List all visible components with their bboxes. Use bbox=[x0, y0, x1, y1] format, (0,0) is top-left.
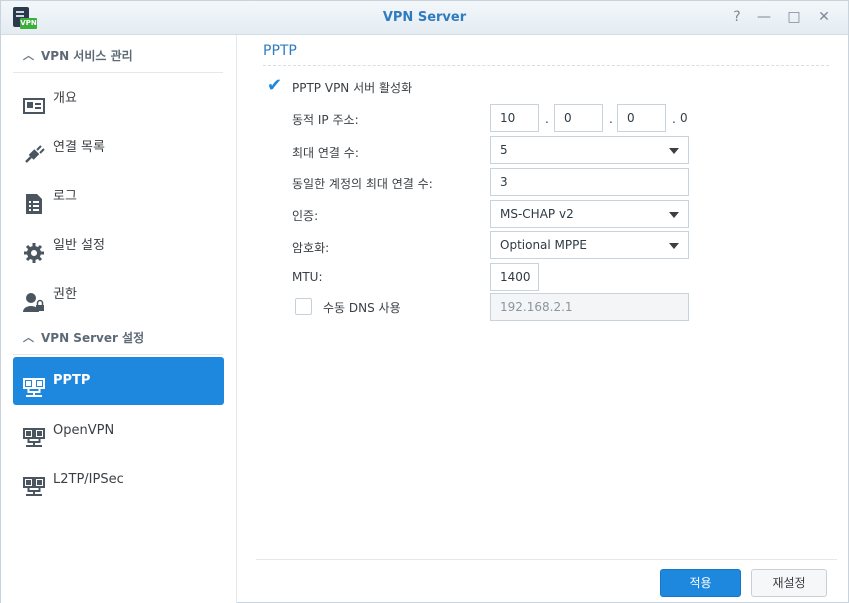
chevron-up-icon: ︿ bbox=[23, 331, 34, 344]
sidebar-item-l2tp-ipsec[interactable]: L2TP/IPSec bbox=[13, 456, 224, 504]
window-title: VPN Server bbox=[382, 10, 467, 25]
page-title: PPTP bbox=[263, 43, 297, 59]
ip-octet-2-input[interactable]: 0 bbox=[554, 104, 603, 132]
dropdown-arrow-icon bbox=[669, 212, 679, 218]
sidebar-item-connection-list[interactable]: 연결 목록 bbox=[13, 124, 224, 172]
user-lock-icon bbox=[23, 285, 45, 312]
dropdown-arrow-icon bbox=[669, 148, 679, 154]
apply-button[interactable]: 적용 bbox=[660, 569, 741, 597]
reset-button[interactable]: 재설정 bbox=[751, 569, 827, 597]
select-value: MS-CHAP v2 bbox=[500, 207, 574, 221]
sidebar: ︿ VPN 서비스 관리 개요 연결 목록 로그 일반 설정 권한 ︿ VPN … bbox=[1, 35, 237, 603]
enable-pptp-label: PPTP VPN 서버 활성화 bbox=[292, 81, 413, 95]
title-divider bbox=[263, 65, 829, 66]
vpn-server-window: VPN VPN Server ? — □ ✕ ︿ VPN 서비스 관리 개요 연… bbox=[0, 0, 849, 603]
sidebar-item-label: 개요 bbox=[53, 91, 77, 106]
help-icon[interactable]: ? bbox=[728, 8, 746, 26]
pptp-settings-panel: PPTP ✔ PPTP VPN 서버 활성화 동적 IP 주소: 10 . 0 … bbox=[238, 35, 848, 603]
minimize-icon[interactable]: — bbox=[755, 8, 773, 26]
chevron-up-icon: ︿ bbox=[23, 49, 34, 62]
max-connections-select[interactable]: 5 bbox=[490, 136, 689, 164]
mtu-input[interactable]: 1400 bbox=[490, 263, 539, 291]
encryption-label: 암호화: bbox=[292, 241, 330, 255]
sidebar-item-label: OpenVPN bbox=[53, 423, 115, 438]
encryption-select[interactable]: Optional MPPE bbox=[490, 231, 689, 259]
gear-icon bbox=[23, 236, 45, 263]
sidebar-item-label: 로그 bbox=[53, 189, 77, 204]
mtu-label: MTU: bbox=[292, 270, 323, 284]
sidebar-item-permissions[interactable]: 권한 bbox=[13, 271, 224, 319]
dns-server-input[interactable]: 192.168.2.1 bbox=[490, 293, 689, 321]
sidebar-item-log[interactable]: 로그 bbox=[13, 173, 224, 221]
footer-divider bbox=[256, 559, 837, 560]
maximize-icon[interactable]: □ bbox=[785, 8, 803, 26]
ip-separator: . bbox=[672, 112, 676, 126]
sidebar-item-label: 일반 설정 bbox=[53, 238, 105, 253]
sidebar-item-pptp[interactable]: PPTP bbox=[13, 357, 224, 405]
network-icon bbox=[23, 470, 45, 496]
connection-list-icon bbox=[23, 138, 45, 163]
ip-octet-1-input[interactable]: 10 bbox=[490, 104, 539, 132]
log-icon bbox=[23, 187, 45, 214]
auth-label: 인증: bbox=[292, 209, 319, 223]
network-icon bbox=[23, 421, 45, 447]
network-icon bbox=[23, 371, 45, 397]
max-same-account-input[interactable]: 3 bbox=[490, 168, 689, 196]
dynamic-ip-label: 동적 IP 주소: bbox=[292, 113, 359, 127]
close-icon[interactable]: ✕ bbox=[815, 8, 833, 26]
section-vpn-server-settings[interactable]: ︿ VPN Server 설정 bbox=[13, 321, 223, 355]
sidebar-item-openvpn[interactable]: OpenVPN bbox=[13, 407, 224, 455]
ip-octet-3-input[interactable]: 0 bbox=[617, 104, 666, 132]
manual-dns-checkbox[interactable] bbox=[295, 298, 312, 315]
section-label: VPN 서비스 관리 bbox=[41, 49, 133, 63]
enable-pptp-checkbox[interactable]: ✔ bbox=[265, 75, 283, 96]
dropdown-arrow-icon bbox=[669, 243, 679, 249]
sidebar-item-overview[interactable]: 개요 bbox=[13, 75, 224, 123]
manual-dns-label: 수동 DNS 사용 bbox=[323, 301, 401, 315]
sidebar-item-label: L2TP/IPSec bbox=[53, 472, 124, 487]
select-value: 5 bbox=[500, 143, 508, 157]
auth-select[interactable]: MS-CHAP v2 bbox=[490, 200, 689, 228]
checkmark-icon: ✔ bbox=[267, 75, 283, 96]
sidebar-item-label: 연결 목록 bbox=[53, 140, 105, 155]
max-same-account-label: 동일한 계정의 최대 연결 수: bbox=[292, 177, 433, 191]
ip-separator: . bbox=[609, 112, 613, 126]
sidebar-item-label: PPTP bbox=[53, 373, 91, 388]
overview-icon bbox=[23, 89, 45, 114]
section-label: VPN Server 설정 bbox=[41, 331, 145, 345]
ip-separator: . bbox=[545, 112, 549, 126]
title-bar[interactable]: VPN VPN Server ? — □ ✕ bbox=[1, 1, 848, 35]
select-value: Optional MPPE bbox=[500, 238, 587, 252]
section-vpn-service-manage[interactable]: ︿ VPN 서비스 관리 bbox=[13, 39, 223, 73]
ip-octet-4-value: 0 bbox=[680, 111, 688, 125]
sidebar-item-label: 권한 bbox=[53, 287, 77, 302]
sidebar-item-general-settings[interactable]: 일반 설정 bbox=[13, 222, 224, 270]
max-connections-label: 최대 연결 수: bbox=[292, 146, 359, 160]
